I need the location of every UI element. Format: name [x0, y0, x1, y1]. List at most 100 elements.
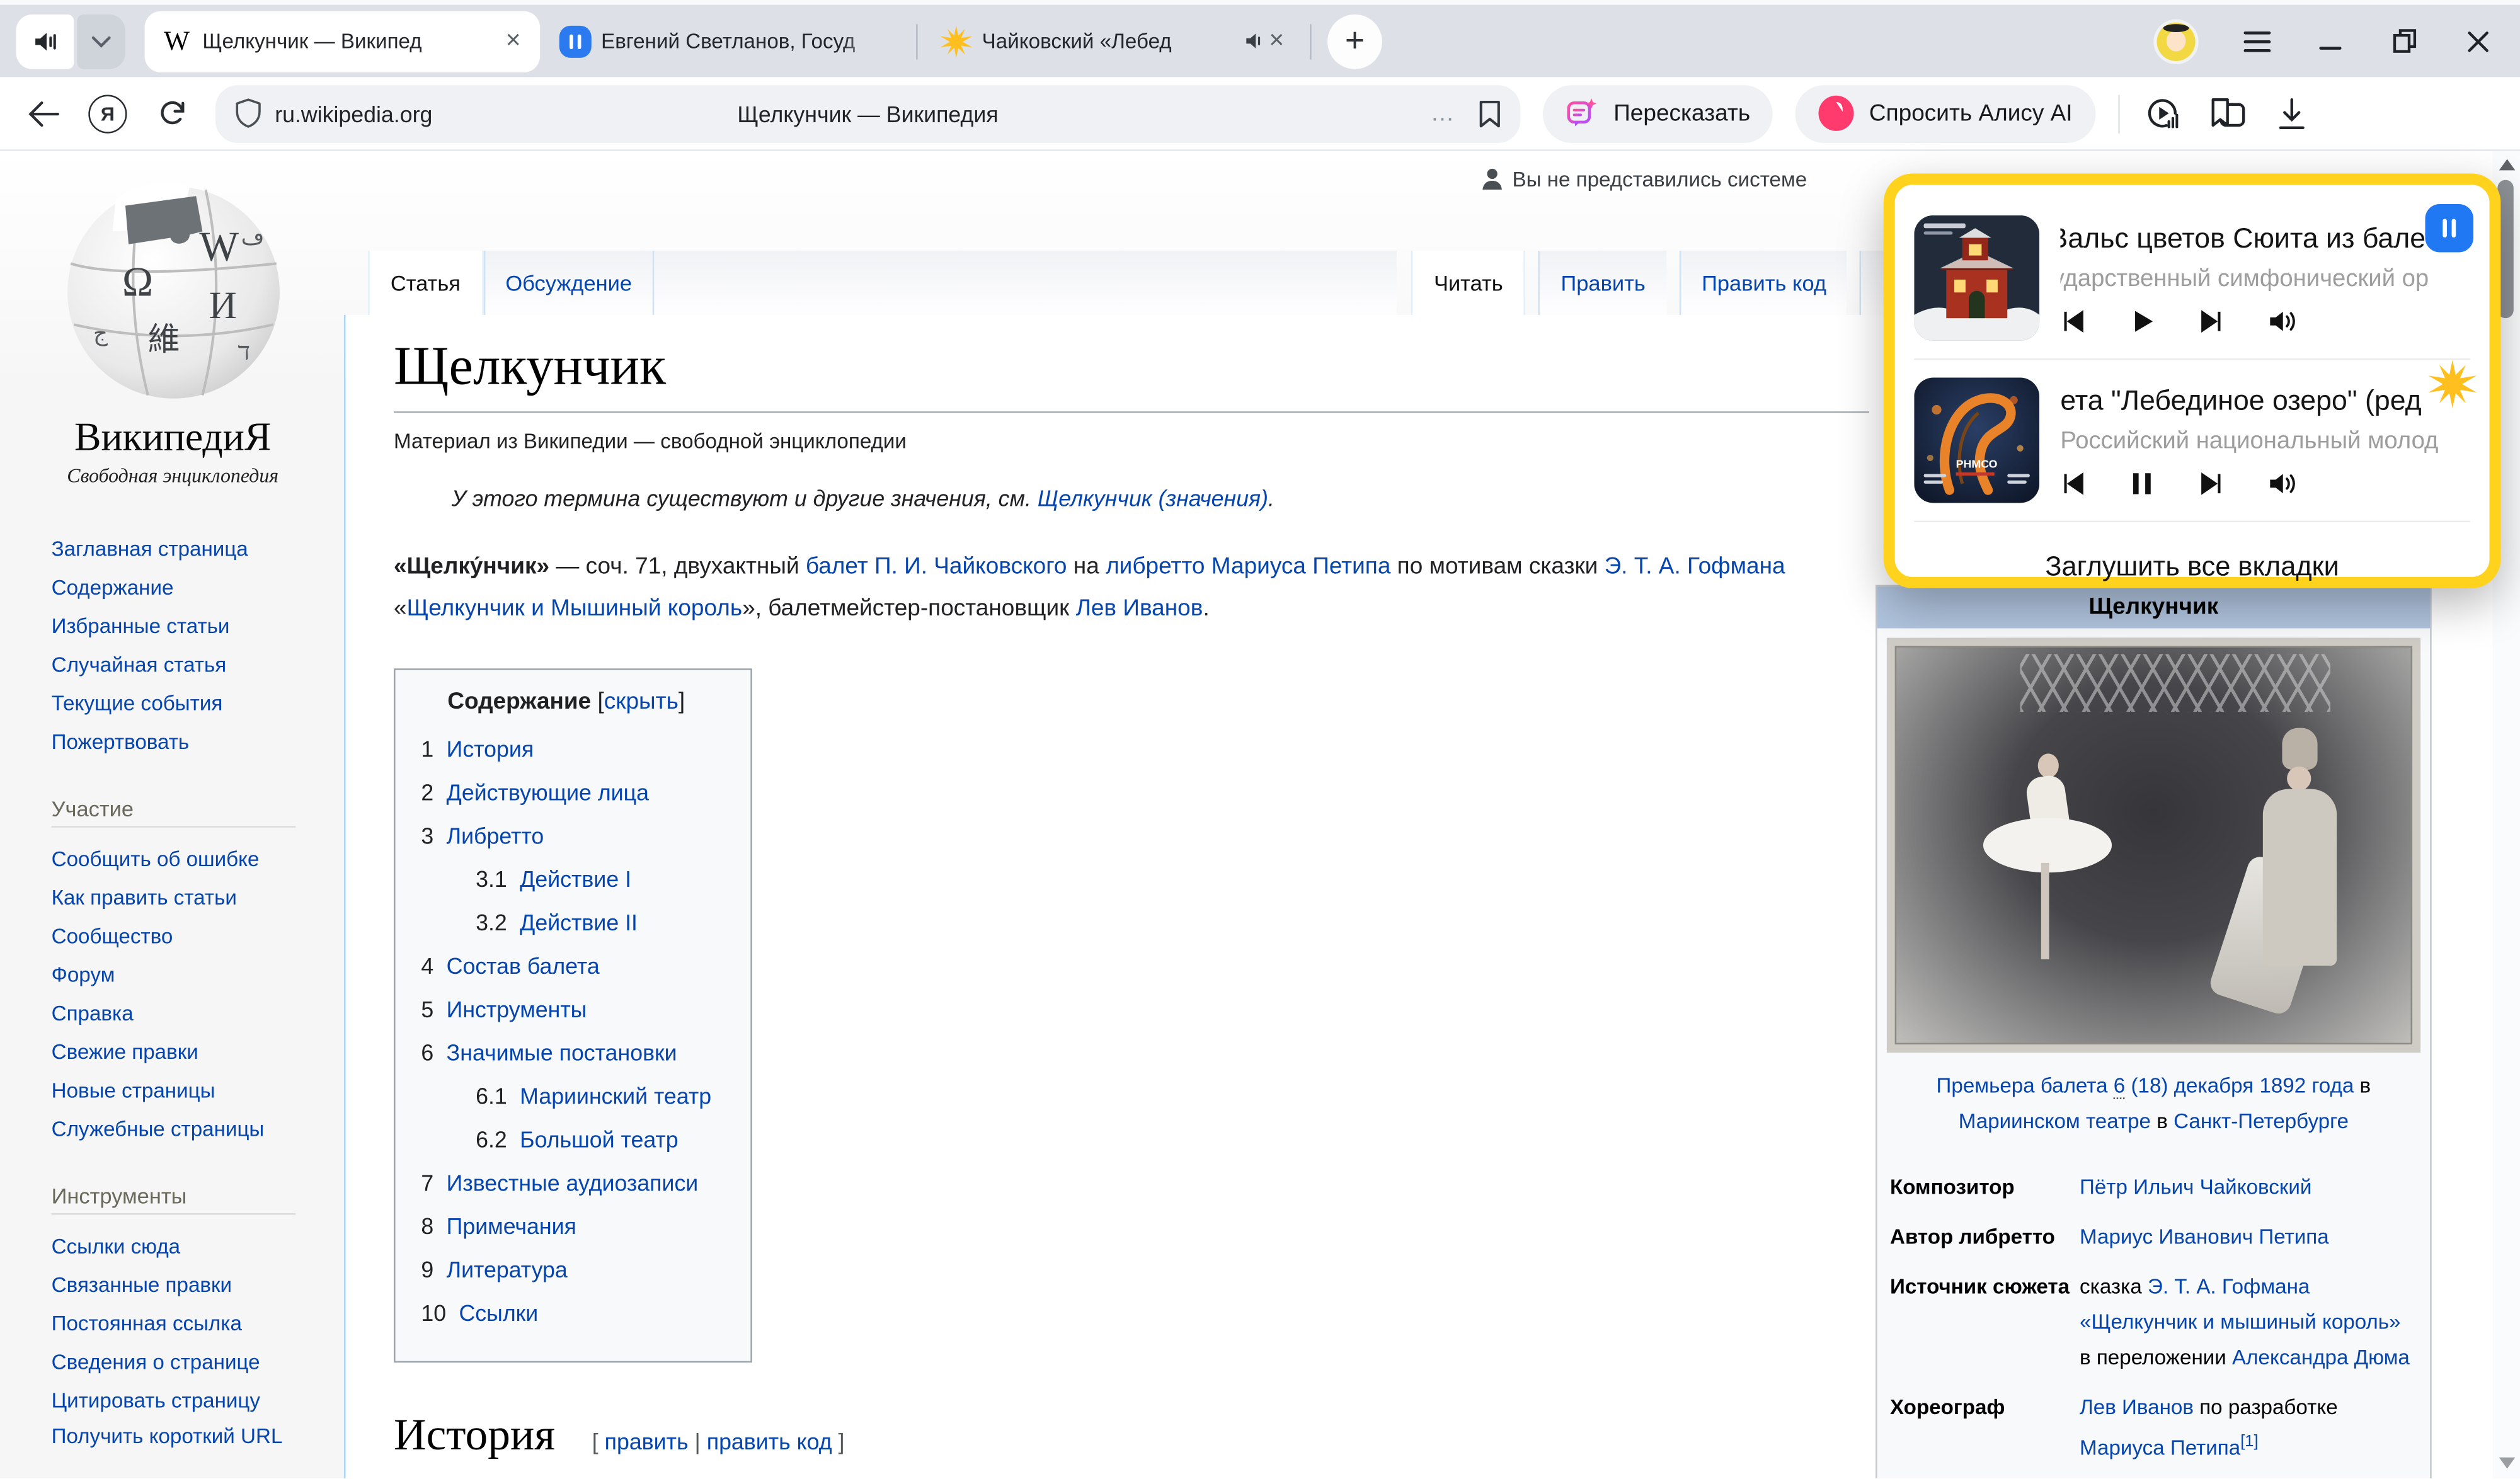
reference-1-link[interactable]: [1] — [2240, 1434, 2258, 1451]
tab-article[interactable]: Статья — [368, 251, 483, 317]
tab-edit-source[interactable]: Править код — [1679, 251, 1847, 315]
new-tab-button[interactable]: + — [1327, 14, 1382, 69]
ivanov-link[interactable]: Лев Иванов — [2080, 1395, 2194, 1419]
previous-track-icon[interactable] — [2060, 309, 2086, 334]
close-icon[interactable]: × — [503, 28, 524, 54]
tab-tchaikovsky[interactable]: Чайковский «Лебед × — [921, 11, 1307, 72]
tale-link[interactable]: «Щелкунчик и мышиный король» — [2080, 1310, 2400, 1333]
volume-icon[interactable] — [2267, 471, 2296, 496]
sidebar-item-new-pages[interactable]: Новые страницы — [52, 1078, 215, 1102]
sidebar-item-page-info[interactable]: Сведения о странице — [52, 1350, 260, 1374]
petipa-link[interactable]: Мариуса Петипа — [2080, 1436, 2240, 1459]
link-ballet[interactable]: балет — [806, 554, 868, 580]
edit-section-link[interactable]: править — [605, 1429, 689, 1454]
minimize-button[interactable] — [2314, 25, 2346, 57]
address-bar[interactable]: ru.wikipedia.org Щелкунчик — Википедия … — [215, 84, 1520, 142]
wikipedia-logo[interactable]: W Ω И 維 ڡ ج ד ВикипедиЯ Свободная энцикл… — [12, 164, 333, 488]
close-icon[interactable]: × — [1266, 28, 1287, 54]
mute-all-tabs-button[interactable]: Заглушить все вкладки — [1914, 525, 2470, 609]
personal-bar[interactable]: Вы не представились системе — [1480, 167, 1807, 191]
svg-text:ד: ד — [237, 337, 249, 365]
sidebar-item-related-changes[interactable]: Связанные правки — [52, 1272, 232, 1296]
sidebar-item-random[interactable]: Случайная статья — [52, 653, 227, 677]
volume-icon[interactable] — [2267, 309, 2296, 334]
menu-button[interactable] — [2240, 25, 2272, 57]
hatnote-link[interactable]: Щелкунчик (значения) — [1038, 485, 1268, 511]
link-nutcracker-tale[interactable]: Щелкунчик и Мышиный король — [407, 596, 743, 622]
pause-icon — [2439, 219, 2459, 238]
date-link[interactable]: (18) декабря 1892 года — [2131, 1073, 2354, 1097]
audio-card-2[interactable]: РНМСО ета "Лебединое озеро" (ред Российс… — [1914, 363, 2470, 518]
audio-dropdown-button[interactable] — [77, 14, 125, 69]
sidebar-item-forum[interactable]: Форум — [52, 962, 115, 986]
link-ivanov[interactable]: Лев Иванов — [1076, 596, 1203, 622]
sidebar-item-current-events[interactable]: Текущие события — [52, 691, 223, 715]
window-close-button[interactable] — [2462, 25, 2494, 57]
infobox-image[interactable] — [1887, 638, 2420, 1053]
sidebar-item-help[interactable]: Справка — [52, 1001, 134, 1025]
sidebar-item-cite-page[interactable]: Цитировать страницу — [52, 1388, 260, 1412]
link-hoffmann[interactable]: Э. Т. А. Гофмана — [1605, 554, 1785, 580]
ask-alice-button[interactable]: Спросить Алису AI — [1796, 84, 2095, 142]
sidebar-item-what-links-here[interactable]: Ссылки сюда — [52, 1234, 181, 1258]
toc-item: 10Ссылки — [421, 1292, 711, 1335]
avatar[interactable] — [2153, 18, 2198, 63]
composer-link[interactable]: Пётр Ильич Чайковский — [2080, 1175, 2311, 1199]
yandex-button[interactable]: Я — [87, 93, 129, 134]
tab-edit[interactable]: Править — [1538, 251, 1666, 315]
edit-source-section-link[interactable]: править код — [707, 1429, 832, 1454]
summarize-icon — [1566, 96, 1600, 130]
sidebar-item-recent-changes[interactable]: Свежие правки — [52, 1040, 198, 1064]
next-track-icon[interactable] — [2199, 471, 2225, 496]
sidebar-item-report-error[interactable]: Сообщить об ошибке — [52, 847, 260, 871]
tab-talk[interactable]: Обсуждение — [483, 251, 653, 315]
sidebar-item-main-page[interactable]: Заглавная страница — [52, 537, 248, 561]
personal-bar-label[interactable]: Вы не представились системе — [1513, 167, 1807, 191]
audio-card-1[interactable]: Вальс цветов Сюита из балет ударственный… — [1914, 201, 2470, 355]
hatnote: У этого термина существуют и другие знач… — [452, 485, 1857, 511]
restore-button[interactable] — [2388, 25, 2420, 57]
tab-wikipedia[interactable]: W Щелкунчик — Википед × — [145, 11, 541, 72]
media-player-button[interactable] — [2141, 93, 2183, 134]
dumas-link[interactable]: Александра Дюма — [2232, 1345, 2410, 1369]
toc-item: 2Действующие лица — [421, 771, 711, 814]
sidebar-item-special-pages[interactable]: Служебные страницы — [52, 1117, 265, 1141]
pause-icon[interactable] — [2129, 471, 2155, 496]
link-petipa[interactable]: Мариуса Петипа — [1211, 554, 1391, 580]
date-old-style-link[interactable]: 6 — [2114, 1073, 2125, 1099]
speaker-button[interactable] — [16, 14, 74, 69]
side-panels-button[interactable] — [2206, 93, 2247, 134]
librettist-link[interactable]: Мариус Иванович Петипа — [2080, 1225, 2329, 1248]
sidebar-item-how-to-edit[interactable]: Как править статьи — [52, 886, 237, 910]
bookmark-icon[interactable] — [1479, 99, 1501, 128]
downloads-button[interactable] — [2270, 93, 2311, 134]
back-button[interactable] — [23, 93, 64, 134]
more-icon[interactable]: … — [1430, 100, 1456, 127]
sidebar-item-permanent-link[interactable]: Постоянная ссылка — [52, 1311, 242, 1335]
sidebar-item-donate[interactable]: Пожертвовать — [52, 729, 190, 753]
toc-item: 3Либретто — [421, 814, 711, 858]
sidebar-item-short-url[interactable]: Получить короткий URL — [52, 1424, 283, 1448]
sidebar-item-contents[interactable]: Содержание — [52, 575, 174, 599]
mariinsky-link[interactable]: Мариинском театре — [1959, 1109, 2151, 1133]
sidebar-item-community[interactable]: Сообщество — [52, 924, 173, 948]
url-text[interactable]: ru.wikipedia.org — [275, 100, 432, 126]
reload-button[interactable] — [151, 93, 193, 134]
previous-track-icon[interactable] — [2060, 471, 2086, 496]
tab-svetlanov[interactable]: Евгений Светланов, Госуд — [540, 11, 913, 72]
link-libretto[interactable]: либретто — [1106, 554, 1205, 580]
next-track-icon[interactable] — [2199, 309, 2225, 334]
tab-pause-button[interactable] — [2425, 204, 2473, 253]
scroll-down-icon[interactable] — [2499, 1458, 2516, 1469]
link-tchaikovsky[interactable]: П. И. Чайковского — [874, 554, 1067, 580]
premiere-link[interactable]: Премьера балета — [1937, 1073, 2108, 1097]
toc-hide-link[interactable]: скрыть — [604, 689, 679, 715]
tab-speaker-icon[interactable] — [1242, 29, 1266, 53]
hoffmann-link[interactable]: Э. Т. А. Гофмана — [2148, 1274, 2310, 1298]
scroll-up-icon[interactable] — [2499, 159, 2516, 171]
sidebar-item-featured[interactable]: Избранные статьи — [52, 614, 230, 637]
summarize-button[interactable]: Пересказать — [1543, 84, 1773, 142]
play-icon[interactable] — [2129, 309, 2155, 334]
tab-read[interactable]: Читать — [1411, 251, 1525, 317]
spb-link[interactable]: Санкт-Петербурге — [2174, 1109, 2349, 1133]
